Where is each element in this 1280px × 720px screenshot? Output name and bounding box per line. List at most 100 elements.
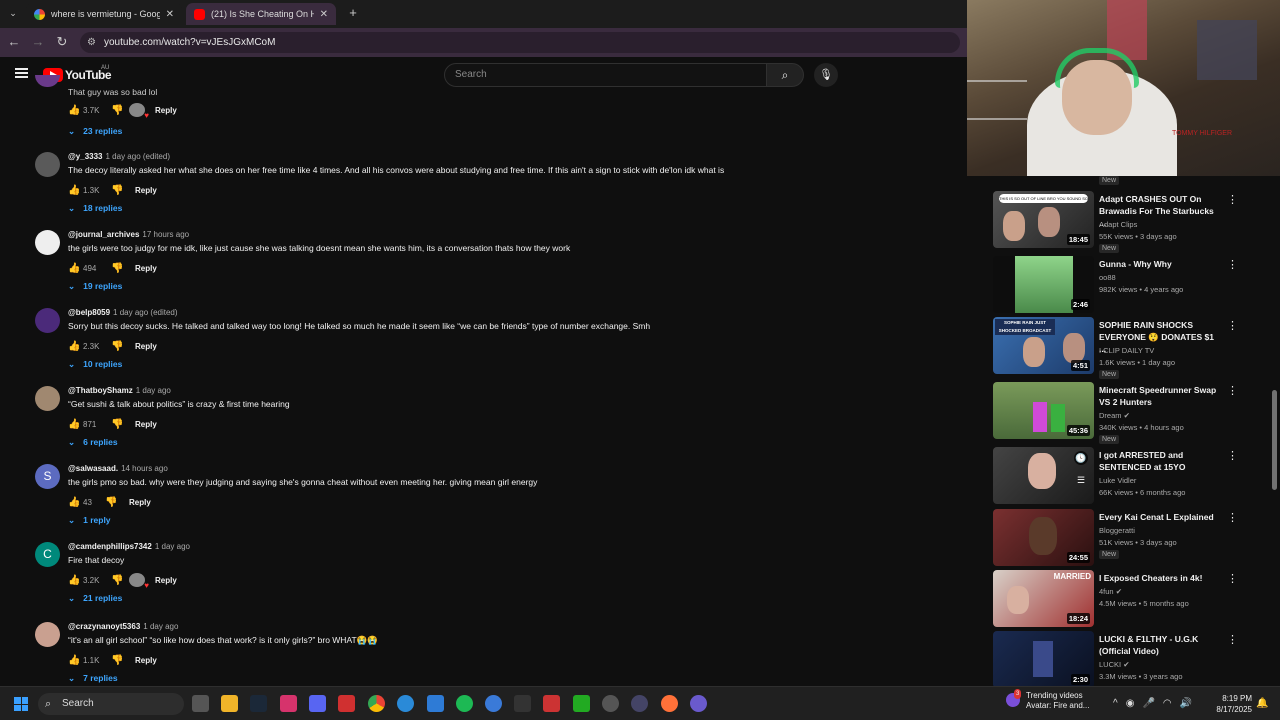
comment-date[interactable]: 1 day ago (edited) xyxy=(113,308,178,317)
store-icon[interactable] xyxy=(427,695,444,712)
view-replies-button[interactable]: ⌄ 10 replies xyxy=(68,359,122,370)
watch-later-icon[interactable]: 🕓 xyxy=(1074,451,1088,465)
reply-button[interactable]: Reply xyxy=(155,106,177,115)
video-title[interactable]: I Exposed Cheaters in 4k! xyxy=(1099,572,1219,584)
avatar[interactable] xyxy=(35,75,60,87)
app-icon[interactable] xyxy=(690,695,707,712)
close-icon[interactable]: ✕ xyxy=(320,9,328,20)
app-icon[interactable] xyxy=(631,695,648,712)
dislike-icon[interactable]: 👎 xyxy=(111,575,125,586)
channel-name[interactable]: Dream ✔ xyxy=(1099,411,1130,420)
avatar[interactable] xyxy=(35,308,60,333)
video-thumbnail[interactable]: 24:55 xyxy=(993,509,1094,566)
taskbar-search[interactable]: ⌕ Search xyxy=(38,693,184,715)
chrome-icon[interactable] xyxy=(368,695,385,712)
video-card[interactable]: MARRIED 18:24 I Exposed Cheaters in 4k! … xyxy=(993,570,1273,632)
video-card[interactable]: 45:36 Minecraft Speedrunner Swap VS 2 Hu… xyxy=(993,382,1273,444)
forward-icon[interactable]: → xyxy=(30,34,46,50)
instagram-icon[interactable] xyxy=(280,695,297,712)
view-replies-button[interactable]: ⌄ 7 replies xyxy=(68,673,118,684)
add-to-queue-icon[interactable]: ☰ xyxy=(1074,473,1088,487)
reply-button[interactable]: Reply xyxy=(135,264,157,273)
comment-date[interactable]: 1 day ago (edited) xyxy=(106,152,171,161)
channel-name[interactable]: Luke Vidler xyxy=(1099,476,1136,485)
video-title[interactable]: Gunna - Why Why xyxy=(1099,258,1219,270)
video-thumbnail[interactable]: THIS IS SO OUT OF LINE BRO YOU SOUND SO … xyxy=(993,191,1094,248)
view-replies-button[interactable]: ⌄ 23 replies xyxy=(68,126,122,137)
tab-search-icon[interactable]: ⌄ xyxy=(5,5,21,21)
menu-icon[interactable] xyxy=(15,68,28,78)
video-title[interactable]: I got ARRESTED and SENTENCED at 15YO xyxy=(1099,449,1219,473)
video-title[interactable]: Minecraft Speedrunner Swap VS 2 Hunters xyxy=(1099,384,1219,408)
more-options-icon[interactable]: ⋮ xyxy=(1227,449,1238,462)
like-icon[interactable]: 👍 xyxy=(68,419,80,430)
more-options-icon[interactable]: ⋮ xyxy=(1227,384,1238,397)
reply-button[interactable]: Reply xyxy=(135,186,157,195)
avatar[interactable] xyxy=(35,622,60,647)
app-icon[interactable] xyxy=(573,695,590,712)
trending-widget[interactable]: 3 Trending videos Avatar: Fire and... xyxy=(1006,689,1089,711)
reply-button[interactable]: Reply xyxy=(129,498,151,507)
more-options-icon[interactable]: ⋮ xyxy=(1227,633,1238,646)
comment-author[interactable]: @belp8059 xyxy=(68,308,110,317)
avatar[interactable]: C xyxy=(35,542,60,567)
app-icon[interactable] xyxy=(485,695,502,712)
new-tab-icon[interactable]: + xyxy=(345,5,361,21)
like-icon[interactable]: 👍 xyxy=(68,575,80,586)
video-title[interactable]: LUCKI & F1LTHY - U.G.K (Official Video) xyxy=(1099,633,1219,657)
more-options-icon[interactable]: ⋮ xyxy=(1227,319,1238,332)
video-thumbnail[interactable]: 2:46 xyxy=(993,256,1094,313)
dislike-icon[interactable]: 👎 xyxy=(105,497,119,508)
view-replies-button[interactable]: ⌄ 18 replies xyxy=(68,203,122,214)
tab-google[interactable]: where is vermietung - Google S ✕ xyxy=(26,3,182,25)
view-replies-button[interactable]: ⌄ 6 replies xyxy=(68,437,118,448)
wifi-icon[interactable]: ◠ xyxy=(1163,698,1180,709)
discord-icon[interactable] xyxy=(309,695,326,712)
more-options-icon[interactable]: ⋮ xyxy=(1227,511,1238,524)
app-icon[interactable] xyxy=(602,695,619,712)
comment-author[interactable]: @crazynanoyt5363 xyxy=(68,622,140,631)
steam-icon[interactable] xyxy=(250,695,267,712)
tab-youtube[interactable]: (21) Is She Cheating On Her Ma ✕ xyxy=(186,3,336,25)
reply-button[interactable]: Reply xyxy=(135,342,157,351)
channel-name[interactable]: Bloggeratti xyxy=(1099,526,1135,535)
avatar[interactable]: S xyxy=(35,464,60,489)
view-replies-button[interactable]: ⌄ 21 replies xyxy=(68,593,122,604)
comment-author[interactable]: @journal_archives xyxy=(68,230,139,239)
comment-date[interactable]: 1 day ago xyxy=(155,542,190,551)
video-thumbnail[interactable]: 2:30 xyxy=(993,631,1094,686)
video-card[interactable]: 2:30 LUCKI & F1LTHY - U.G.K (Official Vi… xyxy=(993,631,1273,686)
video-card[interactable]: 2:46 Gunna - Why Why oo88 982K views • 4… xyxy=(993,256,1273,318)
video-card[interactable]: 🕓 ☰ I got ARRESTED and SENTENCED at 15YO… xyxy=(993,447,1273,509)
reload-icon[interactable]: ↻ xyxy=(54,34,70,50)
reply-button[interactable]: Reply xyxy=(155,576,177,585)
back-icon[interactable]: ← xyxy=(6,34,22,50)
comment-date[interactable]: 1 day ago xyxy=(136,386,171,395)
comment-author[interactable]: @salwasaad. xyxy=(68,464,118,473)
dislike-icon[interactable]: 👎 xyxy=(111,419,125,430)
video-thumbnail[interactable]: SOPHIE RAIN JUST SHOCKED BROADCAST 4:51 xyxy=(993,317,1094,374)
clock[interactable]: 8:19 PM 8/17/2025 xyxy=(1208,693,1252,715)
dislike-icon[interactable]: 👎 xyxy=(111,263,125,274)
video-thumbnail[interactable]: 🕓 ☰ xyxy=(993,447,1094,504)
reply-button[interactable]: Reply xyxy=(135,656,157,665)
video-thumbnail[interactable]: MARRIED 18:24 xyxy=(993,570,1094,627)
scrollbar[interactable] xyxy=(1272,390,1277,490)
video-card[interactable]: THIS IS SO OUT OF LINE BRO YOU SOUND SO … xyxy=(993,191,1273,253)
system-tray[interactable]: ^◉🎤◠🔊 xyxy=(1113,698,1200,709)
like-icon[interactable]: 👍 xyxy=(68,263,80,274)
ea-icon[interactable] xyxy=(543,695,560,712)
comment-author[interactable]: @y_3333 xyxy=(68,152,103,161)
like-icon[interactable]: 👍 xyxy=(68,105,80,116)
comment-author[interactable]: @camdenphillips7342 xyxy=(68,542,152,551)
view-replies-button[interactable]: ⌄ 1 reply xyxy=(68,515,111,526)
dislike-icon[interactable]: 👎 xyxy=(111,655,125,666)
task-view-icon[interactable] xyxy=(192,695,209,712)
channel-name[interactable]: LUCKI ✔ xyxy=(1099,660,1129,669)
comment-date[interactable]: 14 hours ago xyxy=(121,464,168,473)
comment-date[interactable]: 17 hours ago xyxy=(142,230,189,239)
firefox-icon[interactable] xyxy=(661,695,678,712)
avatar[interactable] xyxy=(35,152,60,177)
like-icon[interactable]: 👍 xyxy=(68,185,80,196)
channel-name[interactable]: Adapt Clips xyxy=(1099,220,1137,229)
